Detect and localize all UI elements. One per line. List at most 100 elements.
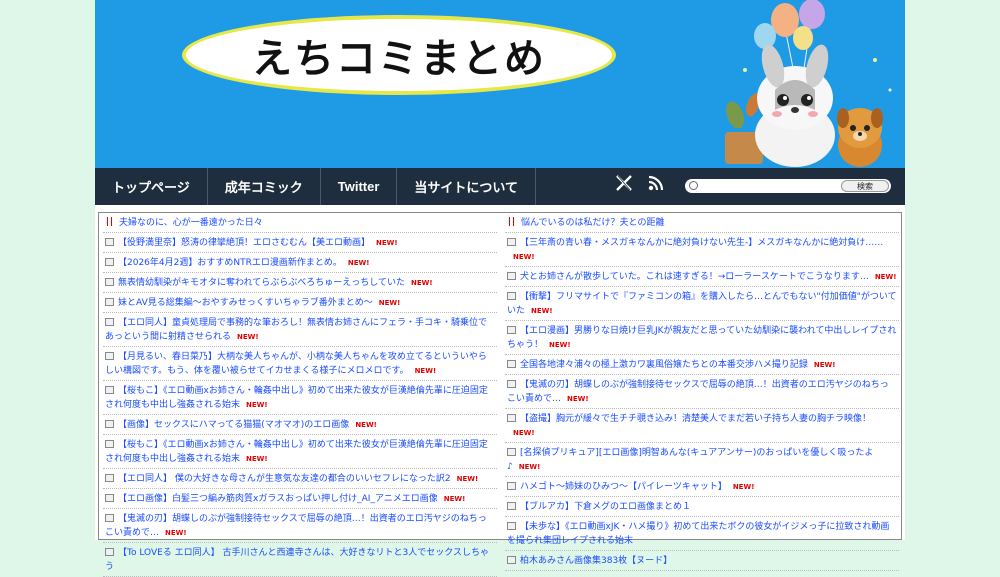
article-title: 【エロ同人】 僕の大好きな母さんが生意気な友達の都合のいいセフレになった訳2 <box>118 474 451 484</box>
article-link[interactable]: 【画像】セックスにハマってる猫猫(マオマオ)のエロ画像 NEW! <box>103 415 497 435</box>
new-badge: NEW! <box>237 333 259 341</box>
document-icon <box>507 448 516 456</box>
article-link[interactable]: 【エロ漫画】男勝りな日焼け巨乳JKが親友だと思っていた幼馴染に襲われて中出しレイ… <box>505 321 899 355</box>
nav-adult-comic[interactable]: 成年コミック <box>208 168 321 205</box>
rss-icon[interactable] <box>647 174 665 192</box>
document-icon <box>105 548 114 556</box>
document-icon <box>507 522 516 530</box>
article-title: 柏木あみさん画像集383枚【ヌード】 <box>520 556 673 566</box>
site-title: えちコミまとめ <box>252 36 546 82</box>
new-badge: NEW! <box>518 463 541 471</box>
site-logo-link[interactable]: えちコミまとめ <box>182 15 616 95</box>
article-title: 【役野満里奈】怒涛の律攣絶頂！エロさむむん【美エロ動画】 <box>118 238 371 248</box>
article-title: 【ブルアカ】下倉メグのエロ画像まとめ１ <box>520 502 692 512</box>
article-link[interactable]: 【盗撮】胸元が緩々で生チチ覗き込み！清楚美人でまだ若い子持ち人妻の胸チラ映像！ N… <box>505 409 899 443</box>
article-link[interactable]: 【エロ同人】童貞処理局で事務的な筆おろし！無表情お姉さんにフェラ・手コキ・騎乗位… <box>103 313 497 347</box>
new-badge: NEW! <box>376 239 398 247</box>
x-icon[interactable] <box>615 174 633 192</box>
article-title: 【エロ同人】童貞処理局で事務的な筆おろし！無表情お姉さんにフェラ・手コキ・騎乗位… <box>105 318 488 342</box>
new-badge: NEW! <box>549 341 571 349</box>
new-badge: NEW! <box>246 401 268 409</box>
document-icon <box>105 386 114 394</box>
article-link[interactable]: 【衝撃】フリマサイトで『ファミコンの箱』を購入したら…とんでもない"付加価値"が… <box>505 287 899 321</box>
article-title: 【桜もこ】《エロ動画xお姉さん・輪姦中出し》初めて出来た彼女が巨漢絶倫先輩に圧迫… <box>105 386 488 410</box>
search-box: 検索 <box>685 179 891 193</box>
site-header: えちコミまとめ <box>95 0 905 168</box>
article-link[interactable]: 【2026年4月2週】おすすめNTRエロ漫画新作まとめ。 NEW! <box>103 253 497 273</box>
search-icon <box>689 181 698 190</box>
new-badge: NEW! <box>813 361 836 369</box>
bracket-icon <box>107 217 112 226</box>
article-link[interactable]: 【エロ画像】白髪三つ編み筋肉質xガラスおっぱい押し付け_AI_アニメエロ画像 NE… <box>103 489 497 509</box>
article-link[interactable]: 柏木あみさん画像集383枚【ヌード】 <box>505 551 899 571</box>
search-button[interactable]: 検索 <box>841 180 889 192</box>
document-icon <box>105 474 114 482</box>
article-title: 【三年斎の青い春・メスガキなんかに絶対負けない先生-】メスガキなんかに絶対負け…… <box>520 238 884 248</box>
article-link[interactable]: 【桜もこ】《エロ動画xお姉さん・輪姦中出し》初めて出来た彼女が巨漢絶倫先輩に圧迫… <box>103 381 497 415</box>
social-icons <box>615 174 665 192</box>
document-icon <box>105 494 114 502</box>
article-title: 【未歩な】《エロ動画xJK・ハメ撮り》初めて出来たボクの彼女がイジメっ子に拉致さ… <box>507 522 890 546</box>
new-badge: NEW! <box>513 253 535 261</box>
page: えちコミまとめ トップページ 成年コミック Twitter 当サイトについて 検… <box>95 0 905 577</box>
article-title: 【盗撮】胸元が緩々で生チチ覗き込み！清楚美人でまだ若い子持ち人妻の胸チラ映像！ <box>520 414 872 424</box>
document-icon <box>507 326 516 334</box>
article-link[interactable]: [名探偵プリキュア][エロ画像]明智あんな(キュアアンサー)のおっぱいを優しく吸… <box>505 443 899 477</box>
nav-twitter[interactable]: Twitter <box>321 168 398 205</box>
article-title: 【画像】セックスにハマってる猫猫(マオマオ)のエロ画像 <box>118 420 350 430</box>
article-link[interactable]: 犬とお姉さんが散歩していた。これは速すぎる！→ローラースケートでこうなります… N… <box>505 267 899 287</box>
document-icon <box>507 238 516 246</box>
document-icon <box>507 360 516 368</box>
article-title: ハメゴト〜姉妹のひみつ〜【パイレーツキャット】 <box>520 482 727 492</box>
article-title: 【衝撃】フリマサイトで『ファミコンの箱』を購入したら…とんでもない"付加価値"が… <box>507 292 897 316</box>
document-icon <box>507 482 516 490</box>
document-icon <box>105 352 114 360</box>
article-link[interactable]: 【エロ同人】 僕の大好きな母さんが生意気な友達の都合のいいセフレになった訳2 NE… <box>103 469 497 489</box>
article-link[interactable]: 【三年斎の青い春・メスガキなんかに絶対負けない先生-】メスガキなんかに絶対負け…… <box>505 233 899 267</box>
article-title: 妹とAV見る総集編〜おやすみせっくすいちゃラブ番外まとめ〜 <box>118 298 373 308</box>
document-icon <box>507 272 516 280</box>
new-badge: NEW! <box>347 259 370 267</box>
document-icon <box>507 414 516 422</box>
new-badge: NEW! <box>246 455 268 463</box>
search-input[interactable] <box>701 180 851 192</box>
article-link[interactable]: 夫婦なのに、心が一番遠かった日々 <box>103 213 497 233</box>
new-badge: NEW! <box>355 421 377 429</box>
mascot-illustration <box>725 0 892 167</box>
new-badge: NEW! <box>456 475 479 483</box>
document-icon <box>105 420 114 428</box>
nav-about[interactable]: 当サイトについて <box>397 168 537 205</box>
nav-top-page[interactable]: トップページ <box>95 168 208 205</box>
article-title: 悩んでいるのは私だけ？夫との距離 <box>521 218 665 228</box>
article-title: 全国各地津々浦々の極上激カワ裏風俗嬢たちとの本番交渉ハメ撮り記録 <box>520 360 808 370</box>
document-icon <box>105 298 114 306</box>
article-link[interactable]: 【月見るい、春日菜乃】大柄な美人ちゃんが、小柄な美人ちゃんを攻め立てるといういや… <box>103 347 497 381</box>
article-title: 無表情幼馴染がキモオタに奪われてらぶらぶべろちゅーえっちしていた <box>118 278 406 288</box>
document-icon <box>507 380 516 388</box>
document-icon <box>105 278 114 286</box>
article-link[interactable]: 【鬼滅の刃】胡蝶しのぶが強制接待セックスで屈辱の絶頂…！出資者のエロ汚ヤジのねち… <box>103 509 497 543</box>
main-nav: トップページ 成年コミック Twitter 当サイトについて 検索 <box>95 168 905 205</box>
article-link[interactable]: 【未歩な】《エロ動画xJK・ハメ撮り》初めて出来たボクの彼女がイジメっ子に拉致さ… <box>505 517 899 551</box>
article-link[interactable]: 【To LOVEる エロ同人】 古手川さんと西連寺さんは、大好きなリトと3人でセ… <box>103 543 497 577</box>
article-link[interactable]: 妹とAV見る総集編〜おやすみせっくすいちゃラブ番外まとめ〜 NEW! <box>103 293 497 313</box>
article-link[interactable]: 【桜もこ】《エロ動画xお姉さん・輪姦中出し》初めて出来た彼女が巨漢絶倫先輩に圧迫… <box>103 435 497 469</box>
left-article-column: 夫婦なのに、心が一番遠かった日々 【役野満里奈】怒涛の律攣絶頂！エロさむむん【美エ… <box>99 213 501 577</box>
article-link[interactable]: 全国各地津々浦々の極上激カワ裏風俗嬢たちとの本番交渉ハメ撮り記録 NEW! <box>505 355 899 375</box>
article-title: 【エロ画像】白髪三つ編み筋肉質xガラスおっぱい押し付け_AI_アニメエロ画像 <box>118 494 438 504</box>
document-icon <box>507 502 516 510</box>
new-badge: NEW! <box>378 299 401 307</box>
article-link[interactable]: 悩んでいるのは私だけ？夫との距離 <box>505 213 899 233</box>
new-badge: NEW! <box>531 307 553 315</box>
article-link[interactable]: ハメゴト〜姉妹のひみつ〜【パイレーツキャット】 NEW! <box>505 477 899 497</box>
right-article-column: 悩んでいるのは私だけ？夫との距離【三年斎の青い春・メスガキなんかに絶対負けない先… <box>501 213 903 571</box>
article-link[interactable]: 【役野満里奈】怒涛の律攣絶頂！エロさむむん【美エロ動画】 NEW! <box>103 233 497 253</box>
article-link[interactable]: 無表情幼馴染がキモオタに奪われてらぶらぶべろちゅーえっちしていた NEW! <box>103 273 497 293</box>
article-link[interactable]: 【ブルアカ】下倉メグのエロ画像まとめ１ <box>505 497 899 517</box>
document-icon <box>105 318 114 326</box>
document-icon <box>507 292 516 300</box>
article-title: 【To LOVEる エロ同人】 古手川さんと西連寺さんは、大好きなリトと3人でセ… <box>105 548 489 572</box>
article-title: [名探偵プリキュア][エロ画像]明智あんな(キュアアンサー)のおっぱいを優しく吸… <box>507 448 874 472</box>
article-link[interactable]: 【鬼滅の刃】胡蝶しのぶが強制接待セックスで屈辱の絶頂…！出資者のエロ汚ヤジのねち… <box>505 375 899 409</box>
article-title: 【鬼滅の刃】胡蝶しのぶが強制接待セックスで屈辱の絶頂…！出資者のエロ汚ヤジのねち… <box>105 514 487 538</box>
